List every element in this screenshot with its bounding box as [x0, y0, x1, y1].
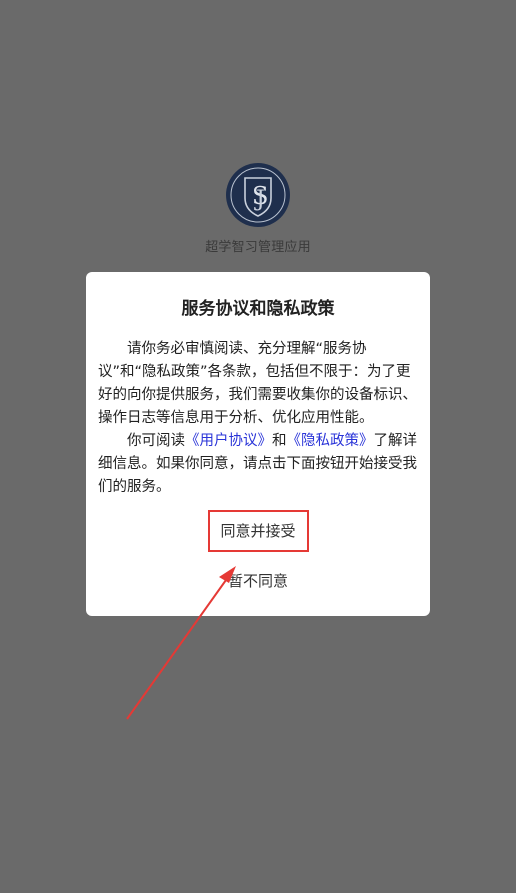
privacy-policy-link[interactable]: 《隐私政策》 [287, 433, 374, 449]
reading-paragraph: 你可阅读《用户协议》和《隐私政策》了解详细信息。如果你同意，请点击下面按钮开始接… [98, 430, 418, 499]
user-agreement-link[interactable]: 《用户协议》 [185, 433, 272, 449]
dialog-title: 服务协议和隐私政策 [181, 299, 335, 319]
app-logo-icon: S J [226, 163, 290, 227]
agreement-dialog: 服务协议和隐私政策 请你务必审慎阅读、充分理解“服务协议”和“隐私政策”各条款，… [86, 272, 430, 616]
svg-text:J: J [254, 187, 265, 212]
decline-button[interactable]: 暂不同意 [208, 567, 308, 595]
agreement-text: 请你务必审慎阅读、充分理解“服务协议”和“隐私政策”各条款，包括但不限于：为了更… [98, 341, 417, 426]
accept-button[interactable]: 同意并接受 [208, 512, 308, 552]
agreement-paragraph: 请你务必审慎阅读、充分理解“服务协议”和“隐私政策”各条款，包括但不限于：为了更… [98, 338, 418, 430]
reading-prefix: 你可阅读 [127, 433, 185, 449]
and-text: 和 [272, 433, 287, 449]
dialog-body: 请你务必审慎阅读、充分理解“服务协议”和“隐私政策”各条款，包括但不限于：为了更… [98, 338, 418, 499]
app-name: 超学智习管理应用 [205, 240, 311, 255]
